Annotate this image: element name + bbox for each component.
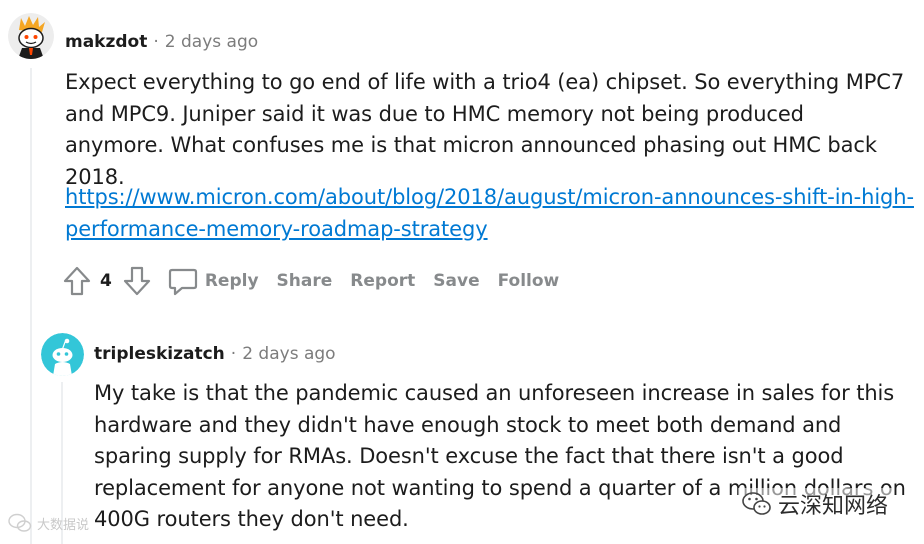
- comment-actions: 4 Reply Share Report Save Follow: [61, 262, 559, 300]
- upvote-arrow-icon[interactable]: [61, 264, 93, 298]
- comment-meta: makzdot · 2 days ago: [65, 32, 258, 52]
- comment-bubble-icon: [167, 265, 199, 297]
- username[interactable]: makzdot: [65, 32, 147, 52]
- watermark-left: 大数据说: [8, 513, 89, 533]
- reply-label: Reply: [204, 271, 259, 291]
- comment-body: Expect everything to go end of life with…: [65, 70, 905, 189]
- snoo-avatar-icon: [41, 333, 84, 376]
- wechat-icon: [8, 513, 32, 532]
- timestamp[interactable]: 2 days ago: [165, 32, 258, 52]
- avatar[interactable]: [8, 13, 54, 59]
- share-button[interactable]: Share: [277, 271, 333, 291]
- username[interactable]: tripleskizatch: [94, 344, 225, 364]
- vote-count: 4: [100, 271, 112, 291]
- thread-line[interactable]: [30, 68, 32, 544]
- wechat-icon: [742, 492, 771, 515]
- watermark-left-text: 大数据说: [37, 517, 90, 533]
- watermark-right-text: 云深知网络: [778, 494, 889, 519]
- reply-button[interactable]: Reply: [167, 265, 259, 297]
- avatar[interactable]: [41, 333, 84, 376]
- snoo-avatar-icon: [8, 13, 54, 59]
- save-button[interactable]: Save: [433, 271, 479, 291]
- follow-button[interactable]: Follow: [498, 271, 560, 291]
- link-line-1: https://www.micron.com/about/blog/2018/a…: [65, 185, 914, 209]
- downvote-arrow-icon[interactable]: [121, 264, 153, 298]
- link-line-2: performance-memory-roadmap-strategy: [65, 216, 488, 241]
- timestamp[interactable]: 2 days ago: [242, 344, 335, 364]
- separator-dot: ·: [153, 32, 159, 52]
- comment-link[interactable]: https://www.micron.com/about/blog/2018/a…: [65, 182, 915, 245]
- report-button[interactable]: Report: [350, 271, 415, 291]
- comment-meta: tripleskizatch · 2 days ago: [94, 344, 336, 364]
- separator-dot: ·: [230, 344, 237, 364]
- watermark-right: 云深知网络: [738, 488, 893, 520]
